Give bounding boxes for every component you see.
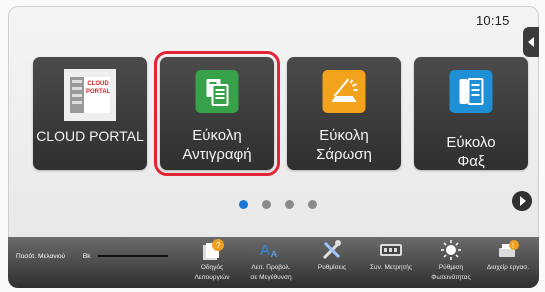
tile-label-line1: Εύκολη <box>319 127 369 144</box>
clock: 10:15 <box>476 13 510 28</box>
toner-channel: Bk <box>82 253 91 260</box>
job-status-label: Διαχείρ εργασ. <box>486 264 530 271</box>
fax-icon <box>449 70 493 113</box>
svg-text:!: ! <box>512 243 514 250</box>
easy-fax-tile[interactable]: Εύκολο Φαξ <box>414 57 528 170</box>
next-page-button[interactable] <box>512 191 532 211</box>
bottom-toolbar: Ποσότ. Μελανιού Bk ? Οδηγός Λειτουργιών … <box>8 237 539 288</box>
brightness-label-2: Φωτεινότητας <box>431 274 471 281</box>
page-dot-2[interactable] <box>262 200 271 209</box>
counter-button[interactable]: Συν. Μετρητής <box>362 239 420 273</box>
page-dot-3[interactable] <box>285 200 294 209</box>
tools-icon <box>320 239 344 261</box>
job-status-button[interactable]: ! Διαχείρ εργασ. <box>479 239 537 273</box>
brightness-icon <box>439 239 463 261</box>
zoom-display-label-2: σε Μεγέθυνση <box>250 274 292 281</box>
page-dot-1[interactable] <box>239 200 248 209</box>
page-indicator <box>239 196 317 214</box>
easy-scan-tile[interactable]: Εύκολη Σάρωση <box>287 57 401 170</box>
job-status-icon: ! <box>496 239 520 261</box>
counter-label: Συν. Μετρητής <box>370 264 412 271</box>
tile-label-line2: Φαξ <box>457 153 485 170</box>
collapse-tab-button[interactable] <box>523 27 539 57</box>
brightness-button[interactable]: Ρύθμιση Φωτεινότητας <box>422 239 480 283</box>
brightness-label: Ρύθμιση <box>438 264 464 271</box>
copy-icon <box>195 70 239 113</box>
cloud-logo-line2: PORTAL <box>86 89 111 95</box>
panel-frame: 10:15 CLOUD PORTAL CLOUD PORTAL Εύκολη Α… <box>0 0 545 292</box>
svg-text:?: ? <box>216 241 221 250</box>
tile-label-line1: Εύκολο <box>446 134 496 151</box>
operation-guide-label-2: Λειτουργιών <box>194 274 230 281</box>
toner-bar <box>98 255 169 258</box>
operation-guide-icon: ? <box>200 239 224 261</box>
tile-label-line1: Εύκολη <box>192 127 242 144</box>
tile-label-line2: Αντιγραφή <box>182 146 252 163</box>
cloud-logo-line1: CLOUD <box>87 81 109 87</box>
counter-icon <box>379 239 403 261</box>
svg-text:A: A <box>260 242 270 259</box>
toner-level-indicator: Ποσότ. Μελανιού Bk <box>16 253 169 260</box>
toner-label: Ποσότ. Μελανιού <box>16 253 66 260</box>
tile-label: CLOUD PORTAL <box>36 128 144 144</box>
svg-text:A: A <box>271 249 277 259</box>
settings-button[interactable]: Ρυθμίσεις <box>303 239 361 273</box>
scan-icon <box>322 70 366 113</box>
tile-label-line2: Σάρωση <box>316 146 372 163</box>
enlarge-display-icon: AA <box>259 239 283 261</box>
cloud-portal-tile[interactable]: CLOUD PORTAL CLOUD PORTAL <box>33 57 147 170</box>
home-screen: 10:15 CLOUD PORTAL CLOUD PORTAL Εύκολη Α… <box>8 6 539 288</box>
operation-guide-label: Οδηγός <box>200 264 224 271</box>
operation-guide-button[interactable]: ? Οδηγός Λειτουργιών <box>183 239 241 283</box>
page-dot-4[interactable] <box>308 200 317 209</box>
settings-label: Ρυθμίσεις <box>317 264 347 271</box>
zoom-display-button[interactable]: AA Λειτ. Προβολ. σε Μεγέθυνση <box>242 239 300 283</box>
zoom-display-label: Λειτ. Προβολ. <box>251 264 291 271</box>
cloud-portal-icon: CLOUD PORTAL <box>64 69 116 121</box>
easy-copy-tile[interactable]: Εύκολη Αντιγραφή <box>154 51 280 176</box>
